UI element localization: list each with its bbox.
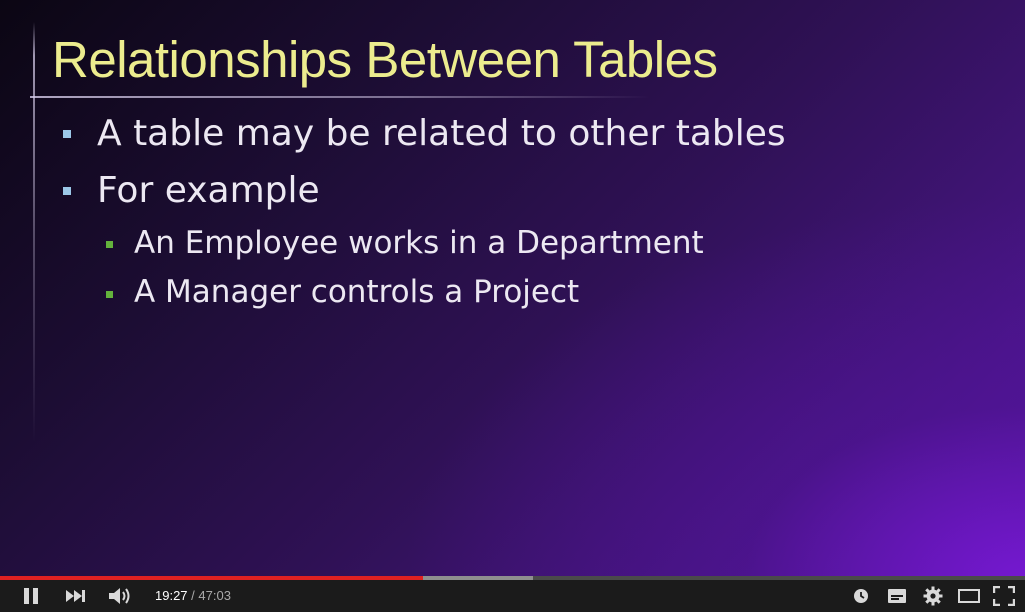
watch-later-icon bbox=[854, 589, 868, 603]
sub-bullet-marker bbox=[106, 241, 113, 248]
time-separator: / bbox=[191, 588, 195, 603]
sub-bullet-text: A Manager controls a Project bbox=[134, 274, 580, 310]
control-bar: 19:27 / 47:03 bbox=[0, 580, 1025, 612]
slide-title: Relationships Between Tables bbox=[52, 31, 718, 88]
pause-button[interactable] bbox=[18, 580, 44, 612]
sub-bullet-marker bbox=[106, 291, 113, 298]
next-icon bbox=[66, 590, 85, 602]
slide-vertical-rule bbox=[33, 22, 35, 442]
captions-icon bbox=[888, 589, 906, 603]
next-button[interactable] bbox=[63, 580, 89, 612]
bullet-marker bbox=[63, 130, 71, 138]
volume-icon bbox=[109, 588, 130, 604]
bullet-text: A table may be related to other tables bbox=[97, 113, 786, 154]
theater-mode-button[interactable] bbox=[956, 580, 982, 612]
theater-mode-icon bbox=[958, 589, 980, 603]
bullet-marker bbox=[63, 187, 71, 195]
sub-bullet-text: An Employee works in a Department bbox=[134, 225, 704, 261]
fullscreen-icon bbox=[993, 586, 1015, 606]
fullscreen-button[interactable] bbox=[991, 580, 1017, 612]
current-time: 19:27 bbox=[155, 588, 188, 603]
time-display: 19:27 / 47:03 bbox=[155, 588, 231, 603]
volume-button[interactable] bbox=[106, 580, 136, 612]
settings-icon bbox=[923, 586, 943, 606]
pause-icon bbox=[24, 588, 38, 604]
captions-button[interactable] bbox=[885, 580, 909, 612]
bullet-text: For example bbox=[97, 170, 320, 211]
watch-later-button[interactable] bbox=[850, 580, 872, 612]
duration: 47:03 bbox=[198, 588, 231, 603]
video-player: Relationships Between Tables A table may… bbox=[0, 0, 1025, 612]
settings-button[interactable] bbox=[921, 580, 945, 612]
video-frame[interactable]: Relationships Between Tables A table may… bbox=[0, 0, 1025, 578]
slide-horizontal-rule bbox=[30, 96, 650, 98]
